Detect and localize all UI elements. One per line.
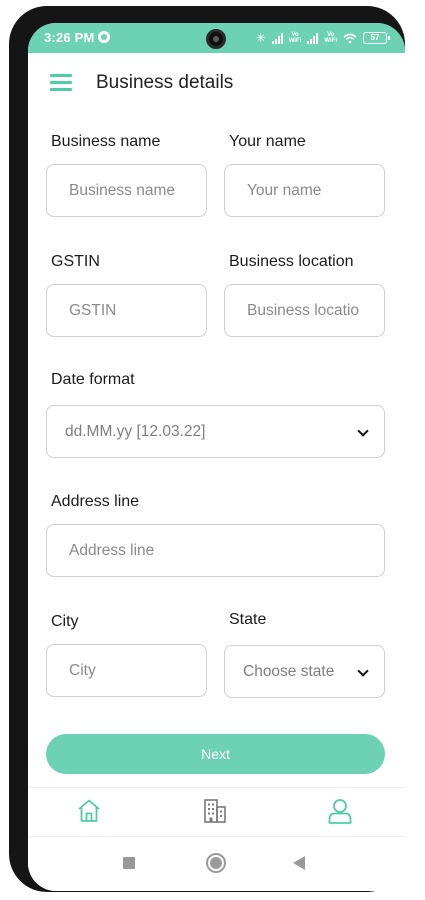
vowifi-label: Vo WiFi [288, 32, 302, 44]
business-name-input[interactable] [46, 164, 207, 217]
next-button[interactable]: Next [46, 734, 385, 774]
hamburger-menu-icon[interactable] [50, 74, 72, 92]
bluetooth-icon: ✳ [255, 31, 266, 45]
state-value: Choose state [243, 663, 335, 680]
recent-apps-icon[interactable] [123, 857, 135, 869]
gstin-input[interactable] [46, 284, 207, 337]
user-icon [328, 799, 352, 824]
home-button-icon[interactable] [206, 853, 226, 873]
date-format-label: Date format [51, 371, 135, 388]
app-header: Business details [28, 53, 405, 113]
date-format-select[interactable]: dd.MM.yy [12.03.22] [46, 405, 385, 458]
page-title: Business details [96, 72, 234, 93]
call-icon [98, 31, 110, 43]
your-name-input[interactable] [224, 164, 385, 217]
city-label: City [51, 613, 79, 630]
front-camera [206, 29, 226, 49]
status-time: 3:26 PM [44, 30, 95, 45]
home-icon [78, 799, 100, 822]
signal-icon [271, 32, 283, 44]
building-icon [204, 799, 226, 823]
back-icon[interactable] [293, 856, 305, 870]
city-input[interactable] [46, 644, 207, 697]
chevron-down-icon [357, 665, 369, 677]
address-line-label: Address line [51, 493, 140, 510]
phone-frame: 3:26 PM ✳ Vo WiFi Vo WiFi 57 Business de… [9, 6, 405, 892]
business-name-label: Business name [51, 133, 161, 150]
state-select[interactable]: Choose state [224, 645, 385, 698]
nav-profile[interactable] [326, 797, 356, 827]
system-nav-bar [28, 837, 405, 891]
screen: 3:26 PM ✳ Vo WiFi Vo WiFi 57 Business de… [28, 23, 405, 891]
nav-home[interactable] [75, 797, 105, 827]
chevron-down-icon [357, 425, 369, 437]
nav-business[interactable] [201, 797, 231, 827]
state-label: State [229, 611, 267, 628]
address-line-input[interactable] [46, 524, 385, 577]
bottom-nav [28, 787, 405, 837]
wifi-icon [343, 33, 357, 43]
gstin-label: GSTIN [51, 253, 100, 270]
status-bar: 3:26 PM ✳ Vo WiFi Vo WiFi 57 [28, 23, 405, 53]
vowifi-label-2: Vo WiFi [324, 32, 337, 44]
date-format-value: dd.MM.yy [12.03.22] [65, 423, 206, 440]
business-location-label: Business location [229, 253, 354, 270]
signal-icon-2 [307, 32, 319, 44]
status-icons: ✳ Vo WiFi Vo WiFi 57 [255, 30, 390, 46]
your-name-label: Your name [229, 133, 306, 150]
business-location-input[interactable] [224, 284, 385, 337]
battery-icon: 57 [363, 32, 390, 44]
